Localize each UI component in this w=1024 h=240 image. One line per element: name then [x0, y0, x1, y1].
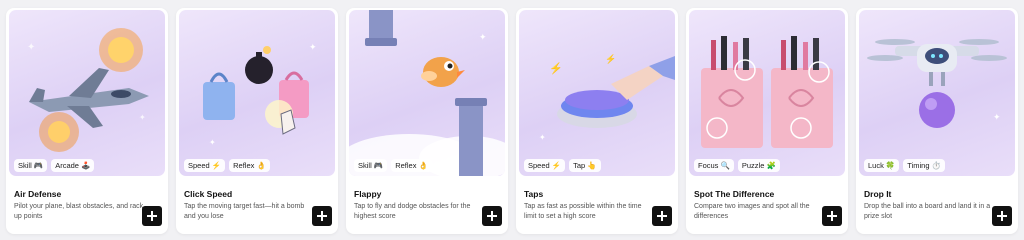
svg-text:⚡: ⚡: [549, 62, 563, 75]
game-thumbnail[interactable]: ⚡ ⚡ ✦ Speed ⚡ Tap 👆: [519, 10, 675, 176]
tag: Reflex 👌: [229, 159, 270, 172]
tag: Arcade 🕹️: [51, 159, 95, 172]
drone-ball-icon: ✦: [867, 39, 1007, 128]
game-title[interactable]: Click Speed: [184, 189, 232, 199]
svg-text:✦: ✦: [479, 32, 487, 42]
game-thumbnail[interactable]: ✦ Skill 🎮 Reflex 👌: [349, 10, 505, 176]
game-description: Compare two images and spot all the diff…: [694, 203, 810, 220]
tag-list: Speed ⚡ Reflex 👌: [184, 159, 270, 172]
game-title[interactable]: Taps: [524, 189, 543, 199]
tag: Puzzle 🧩: [737, 159, 780, 172]
game-title[interactable]: Flappy: [354, 189, 381, 199]
game-title[interactable]: Drop It: [864, 189, 891, 199]
tag: Skill 🎮: [354, 159, 388, 172]
game-thumbnail[interactable]: ✦ ✦ Speed ⚡ Reflex 👌: [179, 10, 335, 176]
game-description: Tap to fly and dodge obstacles for the h…: [354, 203, 471, 220]
game-card-click-speed[interactable]: ✦ ✦ Speed ⚡ Reflex 👌 Click Speed Tap the…: [176, 8, 338, 234]
svg-text:✦: ✦: [539, 133, 546, 142]
game-card-grid: ✦ ✦ Skill 🎮 Arcade 🕹️ Air Defense Pilot …: [0, 0, 1024, 240]
tag: Reflex 👌: [391, 159, 432, 172]
fighter-jet-icon: ✦ ✦: [27, 28, 149, 152]
game-title[interactable]: Air Defense: [14, 189, 61, 199]
add-game-button[interactable]: [142, 206, 162, 226]
game-card-spot-the-difference[interactable]: Focus 🔍 Puzzle 🧩 Spot The Difference Com…: [686, 8, 848, 234]
tag: Timing ⏱️: [903, 159, 945, 172]
svg-text:✦: ✦: [209, 138, 216, 147]
svg-text:⚡: ⚡: [605, 53, 616, 65]
add-game-button[interactable]: [652, 206, 672, 226]
cosmetic-bags-icon: [701, 36, 833, 148]
game-thumbnail[interactable]: ✦ Luck 🍀 Timing ⏱️: [859, 10, 1015, 176]
tag: Skill 🎮: [14, 159, 48, 172]
shopping-bags-bomb-icon: ✦ ✦: [203, 42, 317, 147]
game-title[interactable]: Spot The Difference: [694, 189, 774, 199]
game-description: Drop the ball into a board and land it i…: [864, 203, 991, 220]
game-thumbnail[interactable]: ✦ ✦ Skill 🎮 Arcade 🕹️: [9, 10, 165, 176]
add-game-button[interactable]: [822, 206, 842, 226]
game-card-taps[interactable]: ⚡ ⚡ ✦ Speed ⚡ Tap 👆 Taps Tap as fast as …: [516, 8, 678, 234]
tag: Luck 🍀: [864, 159, 900, 172]
add-game-button[interactable]: [992, 206, 1012, 226]
push-button-icon: ⚡ ⚡ ✦: [539, 53, 675, 142]
game-card-flappy[interactable]: ✦ Skill 🎮 Reflex 👌 Flappy Tap to fly and…: [346, 8, 508, 234]
tag-list: Skill 🎮 Arcade 🕹️: [14, 159, 95, 172]
game-card-air-defense[interactable]: ✦ ✦ Skill 🎮 Arcade 🕹️ Air Defense Pilot …: [6, 8, 168, 234]
tag: Speed ⚡: [524, 159, 566, 172]
add-game-button[interactable]: [482, 206, 502, 226]
svg-text:✦: ✦: [27, 42, 35, 53]
add-game-button[interactable]: [312, 206, 332, 226]
game-thumbnail[interactable]: Focus 🔍 Puzzle 🧩: [689, 10, 845, 176]
game-description: Pilot your plane, blast obstacles, and r…: [14, 203, 144, 220]
tag-list: Speed ⚡ Tap 👆: [524, 159, 601, 172]
game-description: Tap as fast as possible within the time …: [524, 203, 642, 220]
svg-text:✦: ✦: [993, 112, 1001, 122]
svg-text:✦: ✦: [309, 42, 317, 52]
tag-list: Skill 🎮 Reflex 👌: [354, 159, 432, 172]
svg-text:✦: ✦: [139, 113, 146, 122]
tag-list: Luck 🍀 Timing ⏱️: [864, 159, 945, 172]
game-description: Tap the moving target fast—hit a bomb an…: [184, 203, 305, 220]
game-card-drop-it[interactable]: ✦ Luck 🍀 Timing ⏱️ Drop It Drop the ball…: [856, 8, 1018, 234]
tag: Focus 🔍: [694, 159, 734, 172]
tag-list: Focus 🔍 Puzzle 🧩: [694, 159, 780, 172]
tag: Tap 👆: [569, 159, 601, 172]
tag: Speed ⚡: [184, 159, 226, 172]
flappy-bird-icon: ✦: [349, 10, 505, 176]
